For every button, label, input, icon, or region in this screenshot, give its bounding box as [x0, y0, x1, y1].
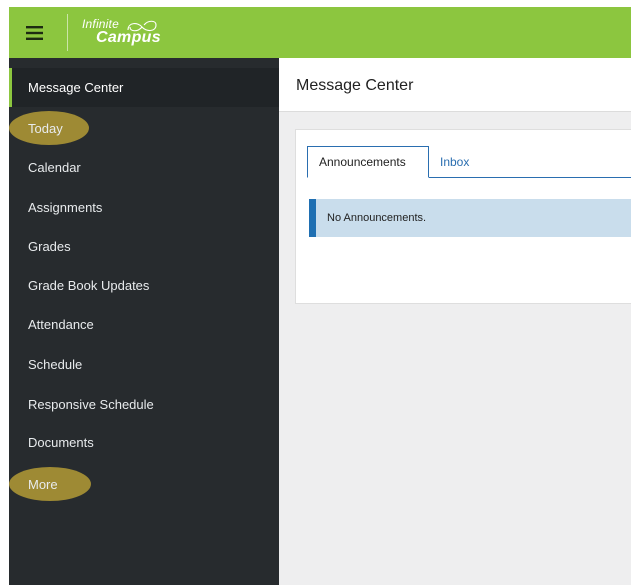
sidebar-item-calendar[interactable]: Calendar [9, 148, 279, 187]
sidebar-nav: Message Center Today Calendar Assignment… [9, 58, 279, 585]
sidebar-item-responsive-schedule[interactable]: Responsive Schedule [9, 385, 279, 424]
sidebar-item-grade-book-updates[interactable]: Grade Book Updates [9, 266, 279, 305]
sidebar-item-label: More [28, 477, 58, 492]
page-header: Message Center [279, 58, 631, 112]
sidebar-item-documents[interactable]: Documents [9, 423, 279, 462]
sidebar-item-grades[interactable]: Grades [9, 227, 279, 266]
no-announcements-alert: No Announcements. [309, 199, 631, 237]
sidebar-item-label: Calendar [28, 160, 81, 175]
sidebar-item-label: Message Center [28, 80, 124, 95]
sidebar-item-label: Schedule [28, 357, 83, 372]
top-bar: Infinite Campus [9, 7, 631, 58]
tab-bar: Announcements Inbox [307, 146, 631, 178]
sidebar-item-label: Grade Book Updates [28, 278, 150, 293]
message-card: Announcements Inbox No Announcements. [295, 129, 631, 304]
logo-text-campus: Campus [96, 29, 161, 46]
page-title: Message Center [296, 77, 414, 94]
app-window: Infinite Campus Message Center Today Cal… [0, 0, 631, 585]
sidebar-item-today[interactable]: Today [9, 109, 279, 148]
sidebar-item-label: Today [28, 121, 63, 136]
topbar-divider [67, 14, 68, 51]
infinite-campus-logo[interactable]: Infinite Campus [82, 16, 182, 50]
sidebar-item-label: Responsive Schedule [28, 397, 154, 412]
tab-announcements[interactable]: Announcements [307, 146, 429, 178]
sidebar-item-schedule[interactable]: Schedule [9, 345, 279, 384]
alert-text: No Announcements. [327, 212, 427, 224]
sidebar-item-label: Documents [28, 435, 94, 450]
sidebar-item-message-center[interactable]: Message Center [9, 68, 279, 107]
menu-button[interactable] [9, 7, 60, 58]
sidebar-item-label: Grades [28, 239, 71, 254]
tab-inbox[interactable]: Inbox [440, 146, 469, 177]
hamburger-menu-icon [26, 25, 43, 40]
main-content: Message Center Announcements Inbox No An… [279, 58, 631, 585]
sidebar-item-assignments[interactable]: Assignments [9, 188, 279, 227]
sidebar-item-more[interactable]: More [9, 465, 279, 504]
sidebar-item-label: Assignments [28, 200, 103, 215]
sidebar-item-label: Attendance [28, 317, 94, 332]
sidebar-item-attendance[interactable]: Attendance [9, 305, 279, 344]
